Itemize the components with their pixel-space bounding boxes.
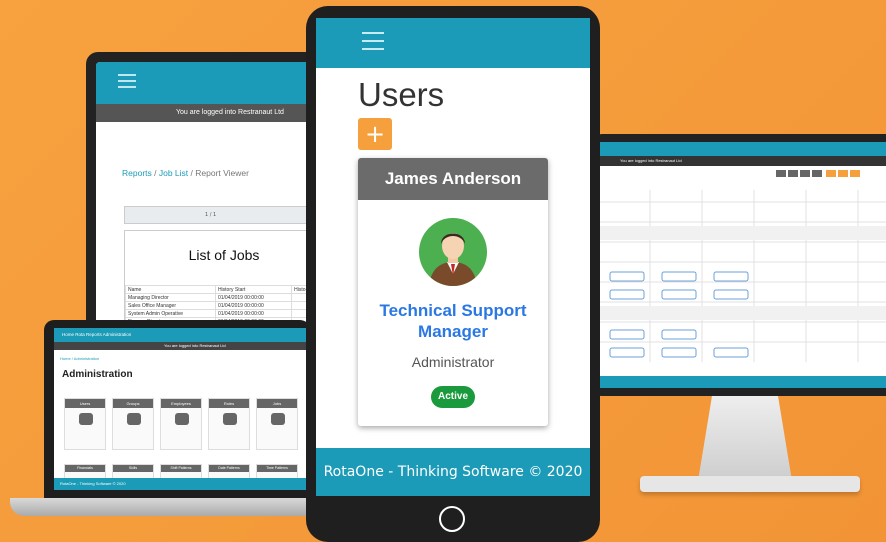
page-title: Users bbox=[358, 76, 445, 113]
tools-icon bbox=[223, 413, 237, 425]
tile-label: Shift Patterns bbox=[161, 465, 201, 472]
laptop-front-base bbox=[10, 498, 330, 516]
table-cell: System Admin Operative bbox=[125, 309, 216, 318]
laptop-back-device: You are logged into Restranaut Ltd Repor… bbox=[86, 52, 322, 352]
tile-label: Jobs bbox=[257, 399, 297, 408]
rota-grid bbox=[600, 170, 886, 362]
tile-label: Users bbox=[65, 399, 105, 408]
avatar bbox=[419, 218, 487, 286]
tile-jobs[interactable]: Jobs bbox=[256, 398, 298, 450]
monitor-login-bar: You are logged into Restranaut Ltd bbox=[600, 156, 886, 166]
user-access-level: Administrator bbox=[411, 354, 495, 370]
tile-label: Roles bbox=[209, 399, 249, 408]
user-name: James Anderson bbox=[358, 158, 548, 200]
breadcrumb: Reports / Job List / Report Viewer bbox=[122, 168, 249, 178]
user-job-title[interactable]: Technical Support Manager bbox=[358, 300, 548, 342]
phone-topbar bbox=[316, 18, 590, 68]
login-status-bar: You are logged into Restranaut Ltd bbox=[54, 342, 310, 350]
employees-icon bbox=[175, 413, 189, 425]
laptop-front-nav[interactable]: Home Rota Reports Administration bbox=[54, 328, 310, 342]
phone-screen: Users + James Anderson Technical Support… bbox=[316, 18, 590, 496]
monitor-stand bbox=[698, 396, 792, 476]
table-row: Sales Office Manager 01/04/2019 00:00:00 bbox=[125, 301, 322, 310]
table-cell: 01/04/2019 00:00:00 bbox=[214, 309, 293, 318]
column-header: Name bbox=[125, 285, 216, 294]
tile-label: Financials bbox=[65, 465, 105, 472]
groups-icon bbox=[127, 413, 141, 425]
page-title: Administration bbox=[62, 369, 133, 380]
breadcrumb-current: Report Viewer bbox=[195, 168, 249, 178]
monitor-device: You are logged into Restranaut Ltd bbox=[592, 134, 886, 396]
report-toolbar: 1 / 1 bbox=[124, 206, 322, 224]
tile-label: Skills bbox=[113, 465, 153, 472]
monitor-footer bbox=[600, 376, 886, 388]
tile-groups[interactable]: Groups bbox=[112, 398, 154, 450]
tile-label: Employees bbox=[161, 399, 201, 408]
tile-label: Date Patterns bbox=[209, 465, 249, 472]
status-badge: Active bbox=[431, 386, 475, 408]
breadcrumb-link-reports[interactable]: Reports bbox=[122, 168, 152, 178]
user-card[interactable]: James Anderson Technical Support Manager… bbox=[358, 158, 548, 426]
table-cell: Sales Office Manager bbox=[125, 301, 216, 310]
home-button-icon[interactable] bbox=[439, 506, 465, 532]
table-cell: Managing Director bbox=[125, 293, 216, 302]
laptop-front-screen: Home Rota Reports Administration You are… bbox=[54, 328, 310, 490]
column-header: History Start bbox=[214, 285, 293, 294]
hamburger-menu-icon[interactable] bbox=[118, 74, 136, 88]
phone-device: Users + James Anderson Technical Support… bbox=[306, 6, 600, 542]
laptop-front-device: Home Rota Reports Administration You are… bbox=[44, 320, 310, 498]
table-cell: 01/04/2019 00:00:00 bbox=[214, 301, 293, 310]
admin-tile-grid: Users Groups Employees Roles Jobs bbox=[64, 398, 298, 450]
report-viewer: List of Jobs Name History Start History … bbox=[124, 230, 322, 326]
monitor-screen: You are logged into Restranaut Ltd bbox=[600, 142, 886, 388]
page-indicator: 1 / 1 bbox=[205, 212, 217, 218]
laptop-back-topbar bbox=[96, 62, 322, 104]
monitor-base bbox=[640, 476, 860, 492]
tile-roles[interactable]: Roles bbox=[208, 398, 250, 450]
breadcrumb-link-job-list[interactable]: Job List bbox=[159, 168, 188, 178]
laptop-back-screen: You are logged into Restranaut Ltd Repor… bbox=[96, 62, 322, 352]
jobs-icon bbox=[271, 413, 285, 425]
tile-label: Time Patterns bbox=[257, 465, 297, 472]
table-row: Managing Director 01/04/2019 00:00:00 bbox=[125, 293, 322, 302]
table-cell: 01/04/2019 00:00:00 bbox=[214, 293, 293, 302]
hamburger-menu-icon[interactable] bbox=[362, 32, 384, 50]
users-icon bbox=[79, 413, 93, 425]
tile-label: Groups bbox=[113, 399, 153, 408]
breadcrumb[interactable]: Home / Administration bbox=[54, 350, 310, 361]
tile-employees[interactable]: Employees bbox=[160, 398, 202, 450]
tile-users[interactable]: Users bbox=[64, 398, 106, 450]
monitor-topbar bbox=[600, 142, 886, 156]
laptop-front-footer: RotaOne - Thinking Software © 2020 bbox=[54, 478, 310, 490]
phone-footer: RotaOne - Thinking Software © 2020 bbox=[316, 448, 590, 496]
report-title: List of Jobs bbox=[188, 247, 260, 263]
table-row: System Admin Operative 01/04/2019 00:00:0… bbox=[125, 309, 322, 318]
login-status-bar: You are logged into Restranaut Ltd bbox=[96, 104, 322, 122]
user-avatar-icon bbox=[429, 233, 477, 286]
add-user-button[interactable]: + bbox=[358, 118, 392, 150]
